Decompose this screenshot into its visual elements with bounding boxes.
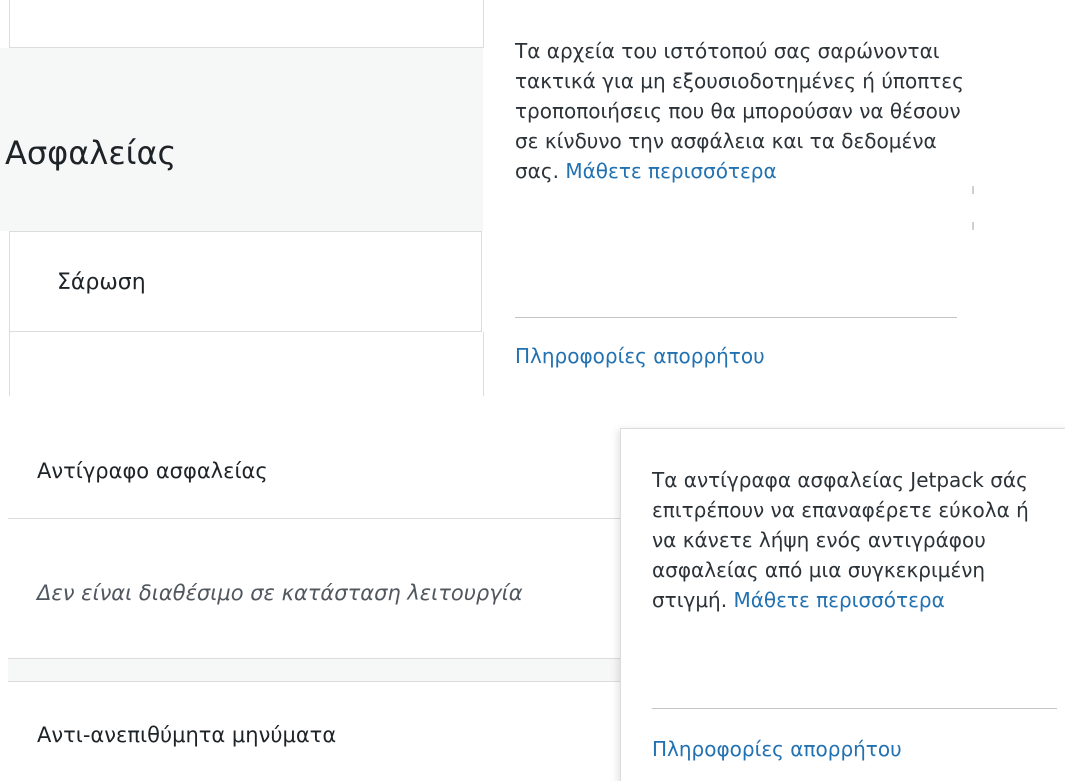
scan-privacy-link[interactable]: Πληροφορίες απορρήτου [515, 344, 765, 368]
backup-info-popover: Τα αντίγραφα ασφαλείας Jetpack σάς επιτρ… [620, 428, 1065, 781]
security-panel-fragment-top: Ασφαλείας Σάρωση Τα αρχεία του ιστότοπού… [0, 0, 1065, 396]
backup-learn-more-link[interactable]: Μάθετε περισσότερα [733, 588, 944, 612]
backup-info-text: Τα αντίγραφα ασφαλείας Jetpack σάς επιτρ… [652, 465, 1032, 615]
backup-label: Αντίγραφο ασφαλείας [37, 459, 268, 483]
backup-privacy-link[interactable]: Πληροφορίες απορρήτου [652, 737, 902, 761]
backup-popover-divider [652, 708, 1057, 709]
row-divider [8, 681, 628, 682]
scrollbar-mark-top [972, 186, 974, 194]
scan-learn-more-link[interactable]: Μάθετε περισσότερα [565, 159, 776, 183]
settings-card-previous [9, 0, 484, 48]
scan-setting-card: Σάρωση [9, 231, 482, 332]
row-divider [8, 518, 628, 519]
scan-label: Σάρωση [57, 270, 146, 295]
scrollbar-mark-bottom [972, 222, 974, 230]
section-title: Ασφαλείας [5, 134, 177, 172]
backup-unavailable-text: Δεν είναι διαθέσιμο σε κατάσταση λειτουρ… [37, 581, 523, 605]
scan-info-popover: Τα αρχεία του ιστότοπού σας σαρώνονται τ… [515, 36, 970, 368]
scan-info-text: Τα αρχεία του ιστότοπού σας σαρώνονται τ… [515, 36, 970, 186]
scan-popover-divider [515, 317, 957, 318]
section-separator-band [8, 659, 628, 681]
security-panel-fragment-bottom: Αντίγραφο ασφαλείας Δεν είναι διαθέσιμο … [0, 398, 1065, 781]
antispam-label: Αντι-ανεπιθύμητα μηνύματα [37, 723, 337, 747]
settings-card-next [9, 332, 484, 396]
